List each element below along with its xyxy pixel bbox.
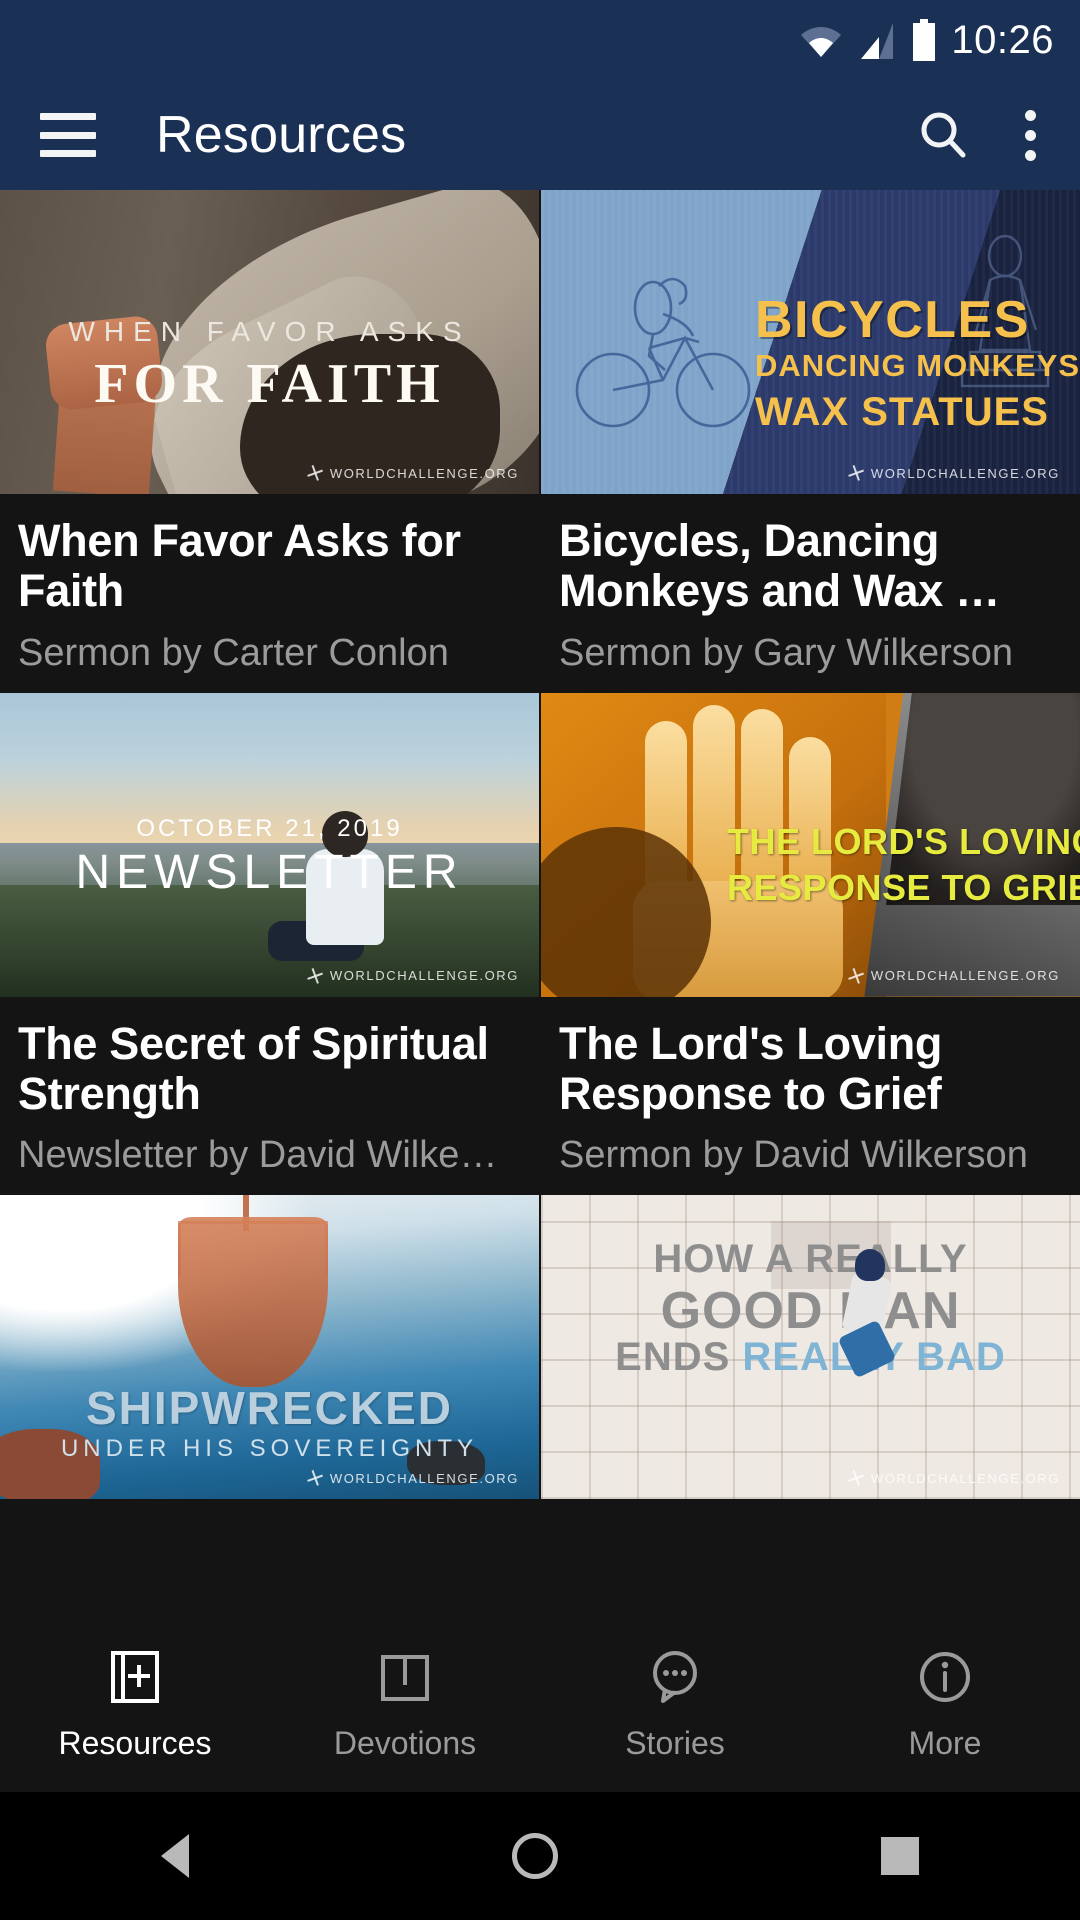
bottom-nav-item-devotions[interactable]: Devotions (270, 1645, 540, 1762)
shipwrecked-thumbnail[interactable]: SHIPWRECKED UNDER HIS SOVEREIGNTY WORLDC… (0, 1195, 539, 1500)
card-meta: Bicycles, Dancing Monkeys and Wax … Serm… (541, 494, 1080, 693)
when-favor-asks-for-faith-thumbnail[interactable]: WHEN FAVOR ASKS FOR FAITH WORLDCHALLENGE… (0, 190, 539, 494)
card-byline: Sermon by Gary Wilkerson (559, 632, 1014, 674)
thumbnail-line-1: NEWSLETTER (75, 845, 464, 899)
card-title: When Favor Asks for Faith (18, 515, 461, 617)
watermark: WORLDCHALLENGE.ORG (307, 1470, 519, 1486)
bottom-nav-label: Devotions (333, 1724, 477, 1761)
card-title: Bicycles, Dancing Monkeys and Wax … (559, 515, 1000, 617)
watermark-star-icon (848, 465, 864, 481)
bottom-navigation-bar: Resources Devotions Stories More (0, 1614, 1080, 1792)
how-a-really-good-man-ends-really-bad-thumbnail[interactable]: HOW A REALLY GOOD MAN ENDS REALLY BAD WO… (541, 1195, 1080, 1500)
watermark: WORLDCHALLENGE.ORG (307, 465, 519, 481)
cellular-signal-icon (861, 23, 894, 59)
card-meta: When Favor Asks for Faith Sermon by Cart… (0, 494, 539, 693)
watermark-text: WORLDCHALLENGE.ORG (870, 968, 1060, 984)
thumbnail-line-2: GOOD MAN (660, 1282, 961, 1341)
watermark: WORLDCHALLENGE.ORG (307, 968, 519, 984)
watermark-text: WORLDCHALLENGE.ORG (329, 1470, 519, 1486)
card-title: The Secret of Spiritual Strength (18, 1017, 489, 1119)
page-title: Resources (156, 106, 407, 164)
resource-card[interactable]: HOW A REALLY GOOD MAN ENDS REALLY BAD WO… (541, 1195, 1080, 1500)
wifi-icon (801, 27, 842, 57)
watermark-star-icon (307, 1470, 323, 1486)
newsletter-thumbnail[interactable]: OCTOBER 21, 2019 NEWSLETTER WORLDCHALLEN… (0, 692, 539, 997)
watermark-text: WORLDCHALLENGE.ORG (870, 465, 1060, 481)
app-root: 10:26 Resources WHEN FAVOR ASKS FOR FAIT… (0, 0, 1080, 1920)
resource-card[interactable]: OCTOBER 21, 2019 NEWSLETTER WORLDCHALLEN… (0, 692, 539, 1196)
hamburger-menu-icon[interactable] (40, 113, 96, 157)
app-bar-actions (915, 107, 1050, 163)
man-head-shape (855, 1249, 885, 1282)
status-icons (799, 19, 937, 61)
watermark-star-icon (848, 968, 864, 984)
status-bar: 10:26 (0, 0, 1080, 80)
bottom-nav-label: More (908, 1724, 982, 1761)
bottom-nav-item-more[interactable]: More (810, 1645, 1080, 1762)
info-circle-icon (920, 1651, 970, 1702)
app-bar: Resources (0, 80, 1080, 190)
thumbnail-line-2: FOR FAITH (94, 353, 445, 415)
search-icon[interactable] (915, 107, 971, 163)
card-meta: The Secret of Spiritual Strength Newslet… (0, 997, 539, 1196)
status-bar-clock: 10:26 (951, 18, 1054, 62)
thumbnail-line-1: THE LORD'S LOVING (727, 820, 1080, 862)
watermark: WORLDCHALLENGE.ORG (848, 968, 1060, 984)
system-navigation-bar (0, 1792, 1080, 1920)
card-title: The Lord's Loving Response to Grief (559, 1017, 943, 1119)
cyclist-line-drawing (575, 277, 751, 428)
watermark-text: WORLDCHALLENGE.ORG (329, 465, 519, 481)
watermark-star-icon (307, 968, 323, 984)
watermark: WORLDCHALLENGE.ORG (848, 465, 1060, 481)
bible-book-icon (111, 1650, 159, 1703)
thumbnail-line-2: UNDER HIS SOVEREIGNTY (60, 1435, 479, 1463)
watermark-text: WORLDCHALLENGE.ORG (329, 968, 519, 984)
thumbnail-line-2: RESPONSE TO GRIEF (727, 866, 1080, 908)
lords-loving-response-to-grief-thumbnail[interactable]: THE LORD'S LOVING RESPONSE TO GRIEF WORL… (541, 692, 1080, 997)
card-byline: Sermon by Carter Conlon (18, 632, 449, 674)
watermark-star-icon (848, 1470, 864, 1486)
resource-card[interactable]: WHEN FAVOR ASKS FOR FAITH WORLDCHALLENGE… (0, 190, 539, 693)
thumbnail-line-1: WHEN FAVOR ASKS (68, 316, 471, 347)
recents-square-icon[interactable] (880, 1837, 919, 1875)
thumbnail-line-1: SHIPWRECKED (85, 1382, 454, 1435)
chat-bubble-icon (653, 1650, 697, 1703)
watermark: WORLDCHALLENGE.ORG (848, 1470, 1060, 1486)
bottom-nav-label: Stories (625, 1724, 725, 1761)
bottom-nav-label: Resources (58, 1724, 212, 1761)
bottom-nav-item-stories[interactable]: Stories (540, 1645, 810, 1762)
back-triangle-icon[interactable] (161, 1834, 190, 1878)
resource-card[interactable]: SHIPWRECKED UNDER HIS SOVEREIGNTY WORLDC… (0, 1195, 539, 1500)
thumbnail-line-3: WAX STATUES (755, 390, 1049, 434)
card-byline: Sermon by David Wilkerson (559, 1135, 1028, 1177)
open-book-icon (381, 1654, 429, 1701)
battery-icon (913, 19, 936, 61)
falling-man-shape (837, 1249, 897, 1379)
thumbnail-line-1: HOW A REALLY (653, 1237, 968, 1282)
thumbnail-date: OCTOBER 21, 2019 (136, 814, 403, 842)
watermark-star-icon (307, 465, 323, 481)
overflow-menu-icon[interactable] (1025, 109, 1036, 161)
card-byline: Newsletter by David Wilke… (18, 1135, 498, 1177)
thumbnail-line-1: BICYCLES (755, 291, 1030, 349)
bicycles-dancing-monkeys-thumbnail[interactable]: BICYCLES DANCING MONKEYS WAX STATUES WOR… (541, 190, 1080, 494)
thumbnail-line-3a: ENDS (615, 1335, 743, 1380)
thumbnail-line-2: DANCING MONKEYS (755, 348, 1080, 383)
thumbnail-line-3: ENDS REALLY BAD (541, 1335, 1080, 1380)
resource-card[interactable]: BICYCLES DANCING MONKEYS WAX STATUES WOR… (541, 190, 1080, 693)
home-circle-icon[interactable] (511, 1833, 558, 1879)
resource-grid: WHEN FAVOR ASKS FOR FAITH WORLDCHALLENGE… (0, 190, 1080, 1500)
bottom-nav-item-resources[interactable]: Resources (0, 1645, 270, 1762)
watermark-text: WORLDCHALLENGE.ORG (870, 1470, 1060, 1486)
card-meta: The Lord's Loving Response to Grief Serm… (541, 997, 1080, 1196)
resource-card[interactable]: THE LORD'S LOVING RESPONSE TO GRIEF WORL… (541, 692, 1080, 1196)
